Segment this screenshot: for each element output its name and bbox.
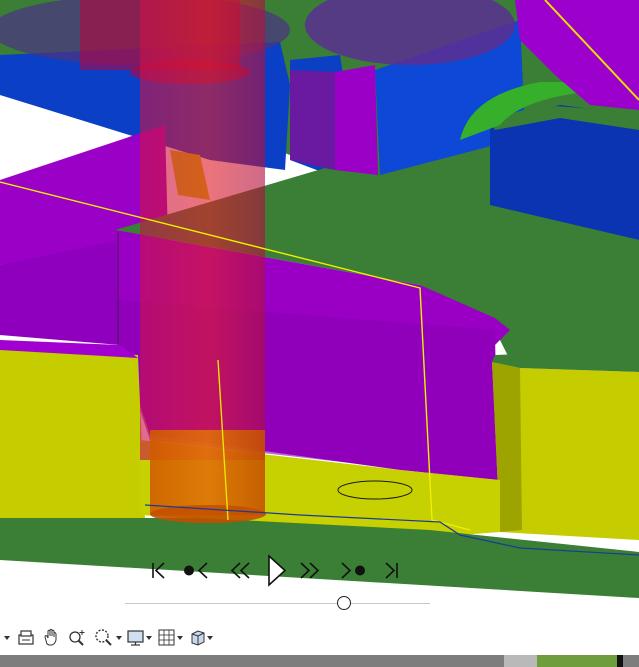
fast-forward-button[interactable] xyxy=(295,553,325,587)
step-forward-point-icon xyxy=(341,562,365,579)
part-purple-boss xyxy=(335,65,378,175)
print-button[interactable] xyxy=(16,626,36,650)
zoom-window-button[interactable] xyxy=(66,626,88,650)
tool-tip-bottom xyxy=(150,505,266,523)
skip-to-start-icon xyxy=(152,562,165,579)
go-to-start-button[interactable] xyxy=(144,553,174,587)
zoom-icon xyxy=(95,629,122,646)
grid-icon xyxy=(158,629,183,646)
play-button[interactable] xyxy=(261,553,291,587)
go-to-end-button[interactable] xyxy=(378,553,408,587)
view-cube-button[interactable] xyxy=(188,626,216,650)
playback-slider-knob[interactable] xyxy=(337,596,351,610)
rewind-icon xyxy=(230,562,250,579)
fast-forward-icon xyxy=(300,562,320,579)
status-bar xyxy=(0,655,639,667)
printer-icon xyxy=(18,630,34,645)
step-back-point-icon xyxy=(184,562,208,579)
status-segment-progress xyxy=(537,655,617,667)
grid-button[interactable] xyxy=(157,626,185,650)
dropdown-arrow-icon xyxy=(4,636,10,640)
playback-slider-track xyxy=(125,603,430,604)
hand-icon xyxy=(44,628,57,646)
previous-point-button[interactable] xyxy=(180,553,210,587)
display-button[interactable] xyxy=(126,626,154,650)
view-toolbar xyxy=(0,626,639,650)
zoom-window-icon xyxy=(69,630,85,646)
zoom-button[interactable] xyxy=(92,626,124,650)
rewind-button[interactable] xyxy=(226,553,256,587)
playback-controls xyxy=(140,553,410,587)
monitor-icon xyxy=(127,630,152,646)
tool-tip xyxy=(150,430,265,515)
toolbar-collapse-button[interactable] xyxy=(2,626,12,650)
tool-body xyxy=(140,0,265,460)
skip-to-end-icon xyxy=(385,562,398,579)
play-icon xyxy=(268,554,287,587)
part-yellow-block-left xyxy=(0,345,145,520)
part-purple-boss-side xyxy=(290,70,335,170)
pan-button[interactable] xyxy=(41,626,61,650)
status-segment-main xyxy=(0,655,504,667)
status-segment-light xyxy=(504,655,537,667)
playback-slider[interactable] xyxy=(125,596,430,612)
status-segment-dark xyxy=(617,655,623,667)
view-cube-icon xyxy=(191,630,213,646)
next-point-button[interactable] xyxy=(336,553,366,587)
